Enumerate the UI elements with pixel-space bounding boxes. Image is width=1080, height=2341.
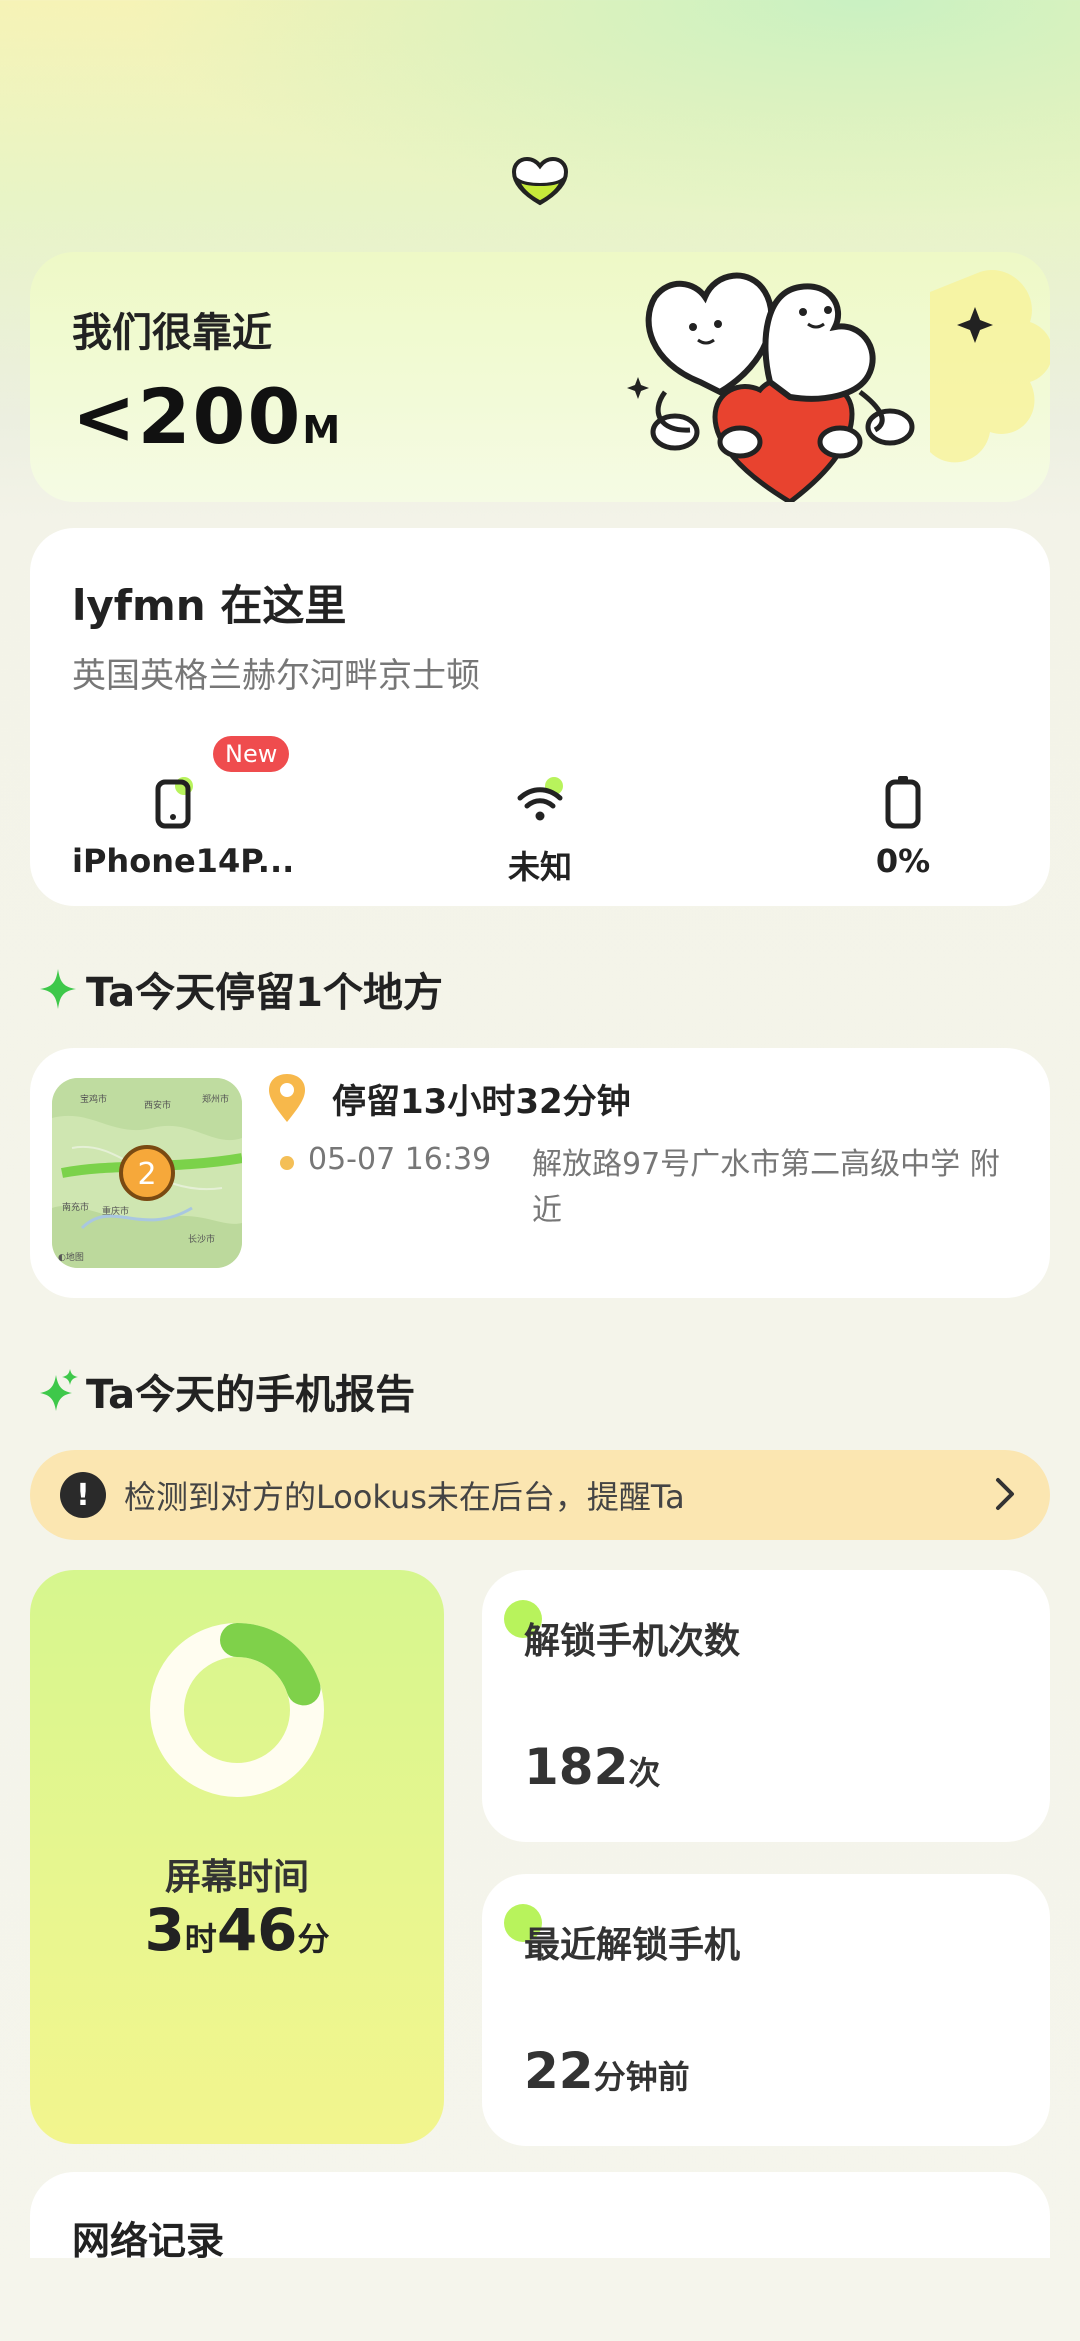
last-unlock-card[interactable]: 最近解锁手机 22分钟前	[482, 1874, 1050, 2146]
distance-title: 我们很靠近	[72, 310, 272, 356]
last-unlock-title: 最近解锁手机	[524, 1925, 741, 1966]
reminder-text: 检测到对方的Lookus未在后台，提醒Ta	[124, 1478, 685, 1516]
device-name: iPhone14P...	[72, 842, 295, 880]
map-label: 长沙市	[188, 1233, 215, 1245]
background-reminder-banner[interactable]: ! 检测到对方的Lookus未在后台，提醒Ta	[30, 1450, 1050, 1540]
header-background	[0, 0, 1080, 260]
distance-value: <200M	[72, 372, 343, 461]
battery-stat[interactable]: 0%	[803, 750, 1003, 880]
wifi-status: 未知	[507, 848, 572, 886]
warning-icon: !	[60, 1472, 106, 1518]
screen-time-ring	[150, 1623, 324, 1797]
phone-icon	[155, 777, 193, 829]
map-label: 重庆市	[102, 1205, 129, 1217]
stay-duration: 停留13小时32分钟	[332, 1082, 631, 1122]
unlock-count-title: 解锁手机次数	[524, 1621, 741, 1662]
screen-time-card[interactable]: 屏幕时间 3时46分	[30, 1570, 444, 2144]
new-badge: New	[213, 736, 290, 772]
bottom-area	[0, 2258, 1080, 2341]
chevron-right-icon	[996, 1478, 1014, 1510]
stay-map-thumbnail[interactable]: 宝鸡市 西安市 郑州市 南充市 重庆市 长沙市 ◐地图 2	[52, 1078, 242, 1268]
unlock-count-card[interactable]: 解锁手机次数 182次	[482, 1570, 1050, 1842]
map-image: 宝鸡市 西安市 郑州市 南充市 重庆市 长沙市 ◐地图 2	[52, 1078, 242, 1268]
battery-level: 0%	[875, 842, 931, 880]
map-cluster-badge: 2	[137, 1157, 156, 1192]
map-label: 西安市	[144, 1099, 171, 1111]
network-record-title: 网络记录	[72, 2219, 225, 2263]
last-unlock-value: 22分钟前	[524, 2042, 690, 2100]
sparkle-icon	[40, 1369, 78, 1411]
map-label: 郑州市	[202, 1093, 229, 1105]
location-title: lyfmn 在这里	[72, 581, 347, 630]
couple-hearts-illustration	[627, 270, 1050, 502]
stay-card[interactable]: 宝鸡市 西安市 郑州市 南充市 重庆市 长沙市 ◐地图 2 停留13小时32分钟…	[30, 1048, 1050, 1298]
screen-time-value: 3时46分	[144, 1896, 330, 1964]
wifi-stat[interactable]: 未知	[440, 750, 640, 886]
screen-time-label: 屏幕时间	[164, 1857, 309, 1898]
stay-section-text: Ta今天停留1个地方	[86, 970, 443, 1016]
location-card[interactable]: lyfmn 在这里 英国英格兰赫尔河畔京士顿 iPhone14P... New …	[30, 528, 1050, 906]
unlock-count-value: 182次	[524, 1738, 661, 1796]
report-section-text: Ta今天的手机报告	[86, 1372, 416, 1418]
map-label: 南充市	[62, 1201, 89, 1213]
stay-time: 05-07 16:39	[308, 1142, 492, 1177]
stay-place: 解放路97号广水市第二高级中学 附近	[532, 1147, 1000, 1228]
distance-card[interactable]: 我们很靠近 <200M	[30, 252, 1050, 502]
heart-logo-icon	[511, 156, 569, 206]
timeline-dot	[280, 1156, 294, 1170]
map-label: 宝鸡市	[80, 1093, 107, 1105]
location-pin-icon	[269, 1074, 305, 1122]
battery-icon	[885, 776, 921, 829]
map-label: ◐地图	[58, 1251, 84, 1263]
sparkle-icon	[40, 969, 76, 1009]
report-section-title: Ta今天的手机报告	[38, 1362, 415, 1420]
location-address: 英国英格兰赫尔河畔京士顿	[72, 656, 480, 696]
wifi-icon	[517, 777, 563, 821]
stay-section-title: Ta今天停留1个地方	[38, 960, 443, 1018]
